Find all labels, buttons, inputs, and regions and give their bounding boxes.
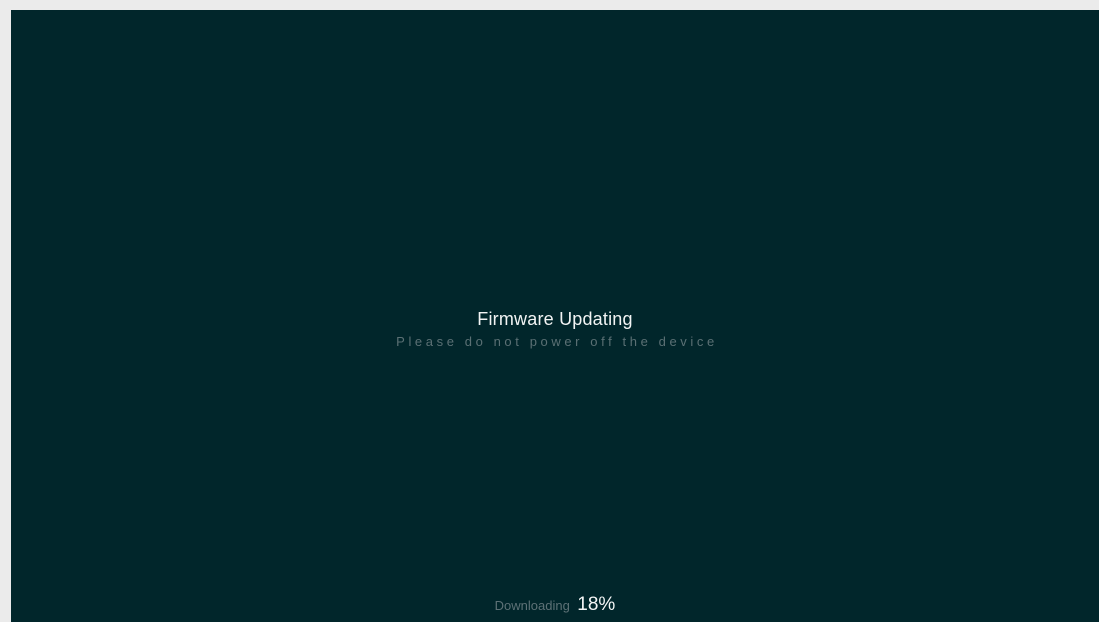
update-title: Firmware Updating xyxy=(477,309,633,329)
power-warning: Please do not power off the device xyxy=(396,334,718,349)
download-status-label: Downloading xyxy=(494,598,570,613)
download-percentage: 18% xyxy=(577,594,616,615)
update-message: Firmware Updating Please do not power of… xyxy=(11,308,1099,350)
download-progress: Downloading 18% xyxy=(11,594,1099,616)
update-screen: Firmware Updating Please do not power of… xyxy=(11,10,1099,622)
